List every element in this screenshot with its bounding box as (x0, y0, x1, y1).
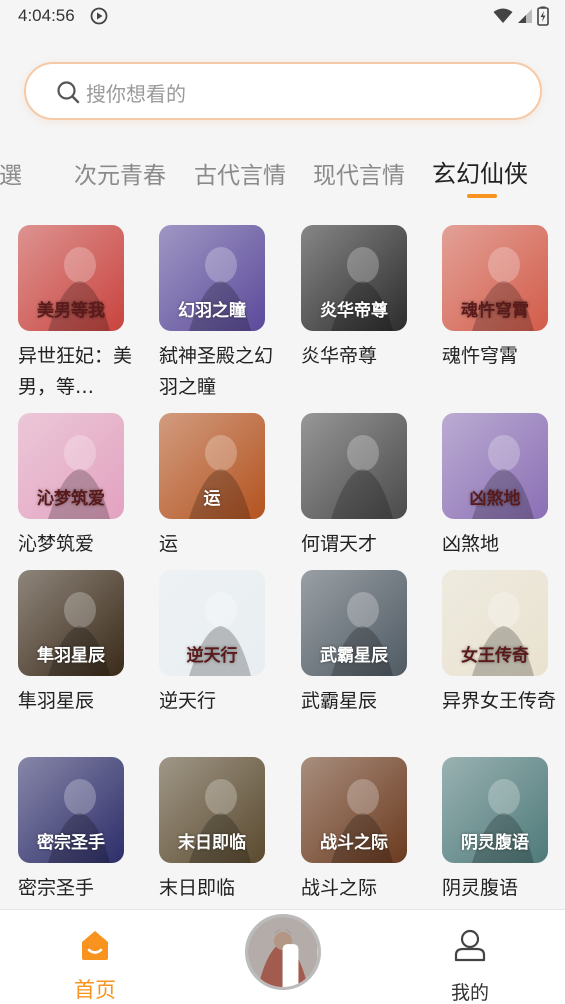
book-title: 战斗之际 (301, 877, 378, 899)
book-title: 运 (159, 533, 179, 555)
book-cover-text: 魂忤穹霄 (461, 301, 529, 321)
book-cover: 凶煞地 (442, 413, 548, 519)
book-cover: 末日即临 (159, 757, 265, 863)
book-cover: 武霸星辰 (301, 570, 407, 676)
book-item[interactable]: 炎华帝尊 炎华帝尊 (301, 225, 421, 372)
nav-mine[interactable]: 我的 (437, 922, 503, 1004)
book-cover-text: 美男等我 (37, 301, 105, 321)
book-cover: 魂忤穹霄 (442, 225, 548, 331)
book-item[interactable]: 凶煞地 凶煞地 (442, 413, 562, 560)
book-cover-text: 运 (203, 489, 221, 509)
book-item[interactable]: 末日即临 末日即临 (159, 757, 279, 904)
book-item[interactable]: 美男等我异世狂妃：美男，等… (18, 225, 138, 403)
book-cover-text: 阴灵腹语 (461, 833, 529, 853)
active-tab-indicator (467, 194, 497, 198)
book-title: 武霸星辰 (301, 690, 378, 712)
book-title: 弑神圣殿之幻羽之瞳 (159, 345, 274, 398)
search-input[interactable]: 搜你想看的 (24, 62, 542, 120)
search-icon (57, 81, 80, 104)
book-item[interactable]: 运运 (159, 413, 279, 560)
search-placeholder: 搜你想看的 (86, 82, 186, 106)
book-title: 异世狂妃：美男，等… (18, 345, 133, 398)
book-cover: 女王传奇 (442, 570, 548, 676)
battery-icon (537, 6, 549, 26)
play-circle-icon (90, 7, 108, 25)
book-cover-text: 隼羽星辰 (37, 646, 105, 666)
book-cover: 炎华帝尊 (301, 225, 407, 331)
book-title: 阴灵腹语 (442, 877, 519, 899)
book-cover: 密宗圣手 (18, 757, 124, 863)
book-title: 末日即临 (159, 877, 236, 899)
book-cover-text: 密宗圣手 (37, 833, 105, 853)
tab-ciyuan[interactable]: 次元青春 (74, 156, 166, 190)
book-cover-text: 沁梦筑爱 (37, 489, 105, 509)
book-cover-text: 幻羽之瞳 (178, 301, 246, 321)
book-cover: 美男等我 (18, 225, 124, 331)
book-title: 沁梦筑爱 (18, 533, 95, 555)
book-item[interactable]: 幻羽之瞳弑神圣殿之幻羽之瞳 (159, 225, 279, 403)
book-item[interactable]: 密宗圣手 密宗圣手 (18, 757, 138, 904)
status-icons (493, 6, 549, 26)
book-title: 何谓天才 (301, 533, 378, 555)
user-icon (454, 929, 486, 962)
category-tabs: 热選 次元青春 古代言情 现代言情 玄幻仙侠 (0, 150, 565, 202)
wifi-icon (493, 8, 513, 23)
book-cover: 战斗之际 (301, 757, 407, 863)
book-title: 异界女王传奇 (442, 690, 557, 712)
book-item[interactable]: 武霸星辰 武霸星辰 (301, 570, 421, 717)
book-cover-text: 武霸星辰 (320, 646, 388, 666)
book-cover (301, 413, 407, 519)
book-cover: 幻羽之瞳 (159, 225, 265, 331)
book-cover: 阴灵腹语 (442, 757, 548, 863)
book-item[interactable]: 隼羽星辰 隼羽星辰 (18, 570, 138, 717)
book-cover-text: 末日即临 (178, 833, 246, 853)
book-grid: 美男等我 异世狂妃：美男，等… 幻羽之瞳 弑神圣殿之幻羽之瞳 炎华帝尊 炎华帝尊 魂忤穹霄魂… (0, 225, 565, 910)
book-cover-text: 凶煞地 (469, 489, 521, 509)
now-playing-button[interactable] (245, 914, 321, 990)
book-title: 魂忤穹霄 (442, 345, 519, 367)
home-icon (82, 931, 108, 960)
nav-home[interactable]: 首页 (62, 922, 128, 1002)
book-item[interactable]: 女王传奇异界女王传奇 (442, 570, 562, 717)
book-title: 隼羽星辰 (18, 690, 95, 712)
signal-icon (518, 9, 532, 23)
book-title: 逆天行 (159, 690, 217, 712)
nav-mine-label: 我的 (450, 982, 489, 1004)
book-title: 密宗圣手 (18, 877, 95, 899)
book-item[interactable]: 阴灵腹语 阴灵腹语 (442, 757, 562, 904)
tab-xiandai[interactable]: 现代言情 (313, 156, 405, 190)
book-item[interactable]: 魂忤穹霄 魂忤穹霄 (442, 225, 562, 372)
book-item[interactable]: 沁梦筑爱 沁梦筑爱 (18, 413, 138, 560)
status-bar: 4:04:56 (0, 0, 565, 32)
book-cover: 隼羽星辰 (18, 570, 124, 676)
pause-icon (282, 944, 318, 987)
book-cover-text: 女王传奇 (461, 646, 529, 666)
book-item[interactable]: 何谓天才 (301, 413, 421, 560)
book-title: 炎华帝尊 (301, 345, 378, 367)
book-item[interactable]: 战斗之际 战斗之际 (301, 757, 421, 904)
book-cover: 逆天行 (159, 570, 265, 676)
book-title: 凶煞地 (442, 533, 500, 555)
book-cover: 沁梦筑爱 (18, 413, 124, 519)
tab-dushi[interactable]: 热選 (0, 156, 22, 190)
book-cover-text: 战斗之际 (320, 833, 388, 853)
tab-xuanhuan[interactable]: 玄幻仙侠 (432, 154, 528, 189)
status-time: 4:04:56 (18, 6, 75, 25)
book-item[interactable]: 逆天行 逆天行 (159, 570, 279, 717)
tab-gudai[interactable]: 古代言情 (194, 156, 286, 190)
nav-home-label: 首页 (74, 978, 116, 1002)
book-cover-text: 炎华帝尊 (320, 301, 388, 321)
book-cover: 运 (159, 413, 265, 519)
book-cover-text: 逆天行 (186, 646, 238, 666)
